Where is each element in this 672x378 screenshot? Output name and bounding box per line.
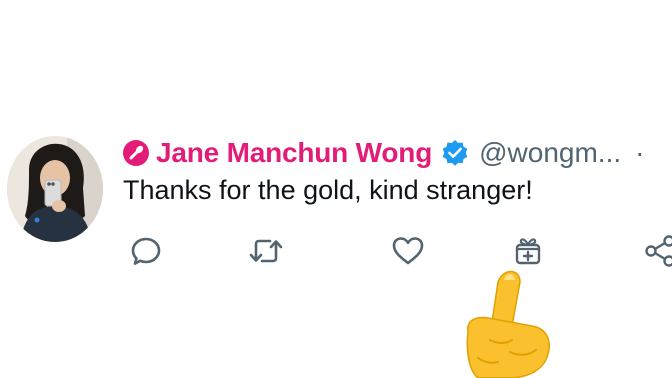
tweet-text: Thanks for the gold, kind stranger! bbox=[123, 175, 533, 205]
author-name[interactable]: Jane Manchun Wong bbox=[156, 137, 432, 169]
action-bar bbox=[0, 226, 672, 276]
author-handle[interactable]: @wongm... bbox=[479, 137, 621, 169]
share-icon bbox=[645, 235, 672, 267]
retweet-icon bbox=[249, 239, 283, 263]
verified-badge-icon bbox=[440, 138, 470, 168]
heart-icon bbox=[392, 237, 424, 265]
retweet-button[interactable] bbox=[244, 226, 288, 276]
pointing-hand-icon bbox=[448, 262, 560, 378]
tweet-header: Jane Manchun Wong @wongm... · bbox=[122, 132, 644, 174]
header-separator: · bbox=[635, 137, 645, 168]
tweet: Jane Manchun Wong @wongm... · Thanks for… bbox=[0, 0, 672, 378]
share-button[interactable] bbox=[638, 226, 672, 276]
like-button[interactable] bbox=[386, 226, 430, 276]
reply-button[interactable] bbox=[124, 226, 168, 276]
reply-icon bbox=[131, 237, 161, 265]
pin-badge-icon bbox=[122, 139, 150, 167]
